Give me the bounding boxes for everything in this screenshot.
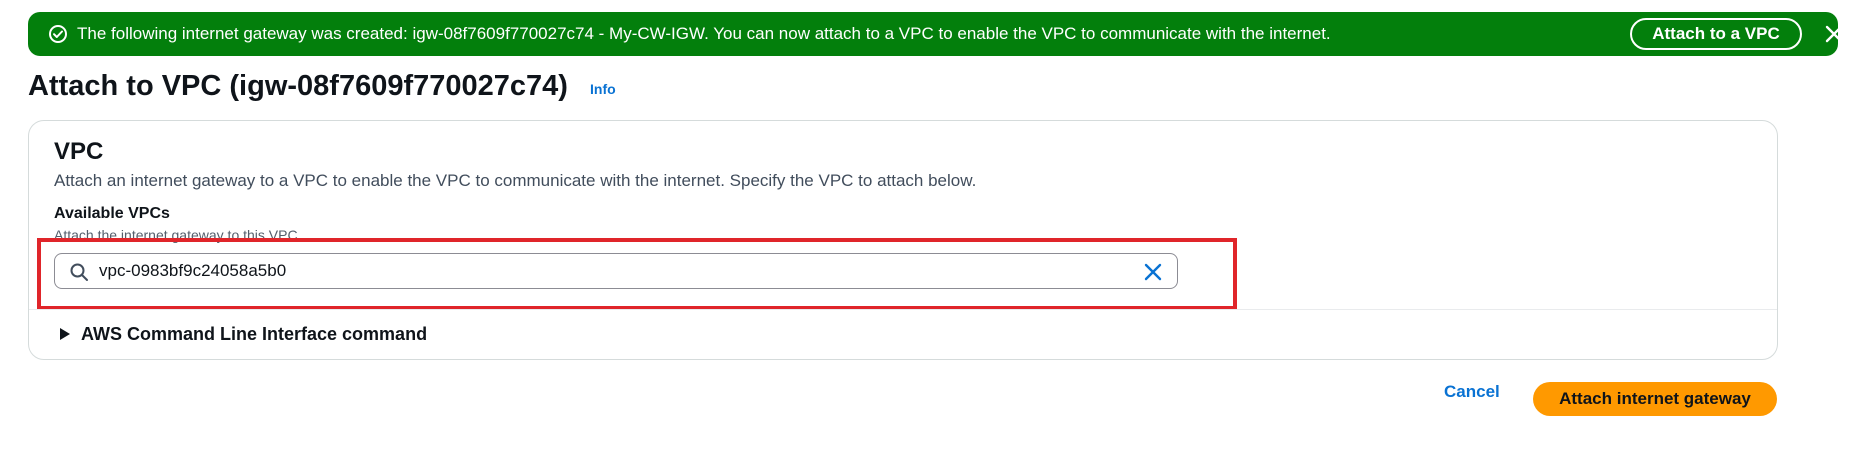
available-vpcs-hint: Attach the internet gateway to this VPC. — [54, 227, 302, 243]
vpc-container: VPC Attach an internet gateway to a VPC … — [28, 120, 1778, 360]
section-description: Attach an internet gateway to a VPC to e… — [54, 171, 977, 190]
check-circle-icon — [49, 25, 67, 43]
vpc-autosuggest[interactable] — [54, 253, 1178, 289]
caret-right-icon — [60, 328, 70, 340]
page-title: Attach to VPC (igw-08f7609f770027c74) — [28, 70, 568, 102]
attach-to-vpc-button[interactable]: Attach to a VPC — [1630, 18, 1802, 50]
cli-command-label: AWS Command Line Interface command — [81, 323, 428, 344]
clear-icon[interactable] — [1143, 262, 1163, 282]
section-title: VPC — [54, 138, 104, 165]
close-icon[interactable] — [1824, 24, 1844, 44]
cancel-button[interactable]: Cancel — [1444, 382, 1500, 402]
vpc-search-input[interactable] — [99, 254, 1099, 288]
info-link[interactable]: Info — [590, 81, 616, 97]
success-flash-banner: The following internet gateway was creat… — [28, 12, 1843, 56]
cli-command-expander[interactable]: AWS Command Line Interface command — [59, 317, 427, 351]
search-icon — [70, 263, 88, 281]
divider — [29, 309, 1777, 310]
attach-internet-gateway-button[interactable]: Attach internet gateway — [1533, 382, 1777, 416]
flash-message: The following internet gateway was creat… — [77, 24, 1331, 43]
available-vpcs-label: Available VPCs — [54, 205, 170, 222]
